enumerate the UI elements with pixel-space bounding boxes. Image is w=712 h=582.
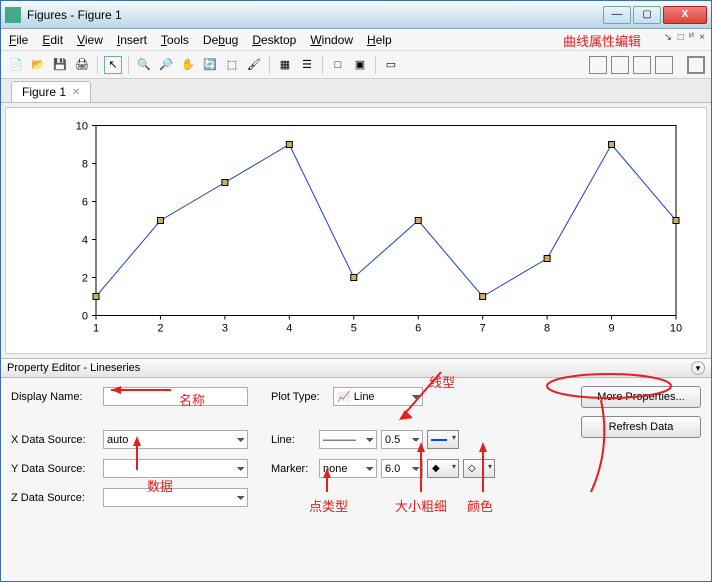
menu-view[interactable]: View bbox=[77, 33, 103, 47]
display-name-input[interactable] bbox=[103, 387, 248, 406]
rotate-icon[interactable]: 🔄 bbox=[201, 56, 219, 74]
marker-edge-color-button[interactable]: ◆ bbox=[427, 459, 459, 478]
layout-1-icon[interactable] bbox=[589, 56, 607, 74]
svg-text:2: 2 bbox=[157, 323, 163, 335]
layout-2-icon[interactable] bbox=[611, 56, 629, 74]
refresh-data-button[interactable]: Refresh Data bbox=[581, 416, 701, 438]
pointer-icon[interactable]: ↖ bbox=[104, 56, 122, 74]
line-color-button[interactable] bbox=[427, 430, 459, 449]
zoom-out-icon[interactable]: 🔎 bbox=[157, 56, 175, 74]
menubar: File Edit View Insert Tools Debug Deskto… bbox=[1, 29, 711, 51]
menu-desktop[interactable]: Desktop bbox=[252, 33, 296, 47]
svg-text:7: 7 bbox=[480, 323, 486, 335]
property-editor-title: Property Editor - Lineseries bbox=[7, 362, 140, 374]
annotation-linestyle: 线型 bbox=[429, 372, 455, 391]
svg-text:2: 2 bbox=[82, 273, 88, 285]
display-name-label: Display Name: bbox=[11, 391, 99, 403]
svg-text:0: 0 bbox=[82, 311, 88, 323]
menu-debug[interactable]: Debug bbox=[203, 33, 238, 47]
x-src-select[interactable]: auto bbox=[103, 430, 248, 449]
svg-text:5: 5 bbox=[351, 323, 357, 335]
svg-text:9: 9 bbox=[608, 323, 614, 335]
new-icon[interactable]: 📄 bbox=[7, 56, 25, 74]
marker-face-color-button[interactable]: ◇ bbox=[463, 459, 495, 478]
plot-type-label: Plot Type: bbox=[271, 391, 329, 403]
plot-tools-icon[interactable]: ▭ bbox=[382, 56, 400, 74]
annotation-name: 名称 bbox=[179, 390, 205, 409]
plot-area[interactable]: 1 2 3 4 5 6 7 8 9 10 0 2 4 6 8 10 bbox=[5, 107, 707, 354]
svg-text:3: 3 bbox=[222, 323, 228, 335]
svg-text:6: 6 bbox=[415, 323, 421, 335]
z-src-select[interactable] bbox=[103, 488, 248, 507]
tab-figure1[interactable]: Figure 1 ✕ bbox=[11, 81, 91, 102]
annotations-color: 颜色 bbox=[467, 496, 493, 515]
x-src-label: X Data Source: bbox=[11, 434, 99, 446]
annotation-top: 曲线属性编辑 bbox=[563, 31, 641, 50]
line-width-select[interactable]: 0.5 bbox=[381, 430, 423, 449]
menu-file[interactable]: File bbox=[9, 33, 28, 47]
window-title: Figures - Figure 1 bbox=[27, 8, 603, 22]
link-icon[interactable]: □ bbox=[329, 56, 347, 74]
y-src-label: Y Data Source: bbox=[11, 463, 99, 475]
brush-icon[interactable]: 🖌 bbox=[245, 56, 263, 74]
svg-text:10: 10 bbox=[76, 121, 88, 133]
tab-close-icon[interactable]: ✕ bbox=[72, 87, 80, 98]
z-src-label: Z Data Source: bbox=[11, 492, 99, 504]
close-button[interactable]: X bbox=[663, 6, 707, 24]
insert-icon[interactable]: ▣ bbox=[351, 56, 369, 74]
property-editor-header: Property Editor - Lineseries ▾ bbox=[1, 358, 711, 378]
pan-icon[interactable]: ✋ bbox=[179, 56, 197, 74]
collapse-icon[interactable]: ▾ bbox=[691, 361, 705, 375]
annotation-sizewidth: 大小粗细 bbox=[395, 496, 447, 515]
svg-text:6: 6 bbox=[82, 197, 88, 209]
menu-insert[interactable]: Insert bbox=[117, 33, 147, 47]
menu-window[interactable]: Window bbox=[310, 33, 353, 47]
app-icon bbox=[5, 7, 21, 23]
property-editor-body: Display Name: X Data Source: auto Y Data… bbox=[1, 378, 711, 581]
dock-controls[interactable]: ↘ □ ᴻ × bbox=[664, 32, 705, 43]
menu-edit[interactable]: Edit bbox=[42, 33, 63, 47]
toolbar: 📄 📂 💾 🖨 ↖ 🔍 🔎 ✋ 🔄 ⬚ 🖌 ▦ ☰ □ ▣ ▭ bbox=[1, 51, 711, 79]
menu-help[interactable]: Help bbox=[367, 33, 392, 47]
svg-text:4: 4 bbox=[82, 235, 88, 247]
plot-type-select[interactable]: 📈 Line bbox=[333, 387, 423, 406]
print-icon[interactable]: 🖨 bbox=[73, 56, 91, 74]
zoom-in-icon[interactable]: 🔍 bbox=[135, 56, 153, 74]
marker-size-select[interactable]: 6.0 bbox=[381, 459, 423, 478]
layout-3-icon[interactable] bbox=[633, 56, 651, 74]
more-properties-button[interactable]: More Properties... bbox=[581, 386, 701, 408]
titlebar: Figures - Figure 1 –– ▢ X bbox=[1, 1, 711, 29]
open-icon[interactable]: 📂 bbox=[29, 56, 47, 74]
svg-text:4: 4 bbox=[286, 323, 292, 335]
svg-text:8: 8 bbox=[544, 323, 550, 335]
layout-max-icon[interactable] bbox=[687, 56, 705, 74]
minimize-button[interactable]: –– bbox=[603, 6, 631, 24]
tab-strip: Figure 1 ✕ bbox=[1, 79, 711, 103]
layout-4-icon[interactable] bbox=[655, 56, 673, 74]
annotation-markertype: 点类型 bbox=[309, 496, 348, 515]
line-label: Line: bbox=[271, 434, 315, 446]
y-src-select[interactable] bbox=[103, 459, 248, 478]
chart: 1 2 3 4 5 6 7 8 9 10 0 2 4 6 8 10 bbox=[6, 108, 706, 353]
marker-select[interactable]: none bbox=[319, 459, 377, 478]
annotation-data: 数据 bbox=[147, 476, 173, 495]
menu-tools[interactable]: Tools bbox=[161, 33, 189, 47]
datacursor-icon[interactable]: ⬚ bbox=[223, 56, 241, 74]
marker-label: Marker: bbox=[271, 463, 315, 475]
legend-icon[interactable]: ☰ bbox=[298, 56, 316, 74]
maximize-button[interactable]: ▢ bbox=[633, 6, 661, 24]
line-style-select[interactable]: ——— bbox=[319, 430, 377, 449]
colorbar-icon[interactable]: ▦ bbox=[276, 56, 294, 74]
svg-text:10: 10 bbox=[670, 323, 682, 335]
save-icon[interactable]: 💾 bbox=[51, 56, 69, 74]
tab-label: Figure 1 bbox=[22, 85, 66, 99]
svg-text:8: 8 bbox=[82, 159, 88, 171]
svg-text:1: 1 bbox=[93, 323, 99, 335]
